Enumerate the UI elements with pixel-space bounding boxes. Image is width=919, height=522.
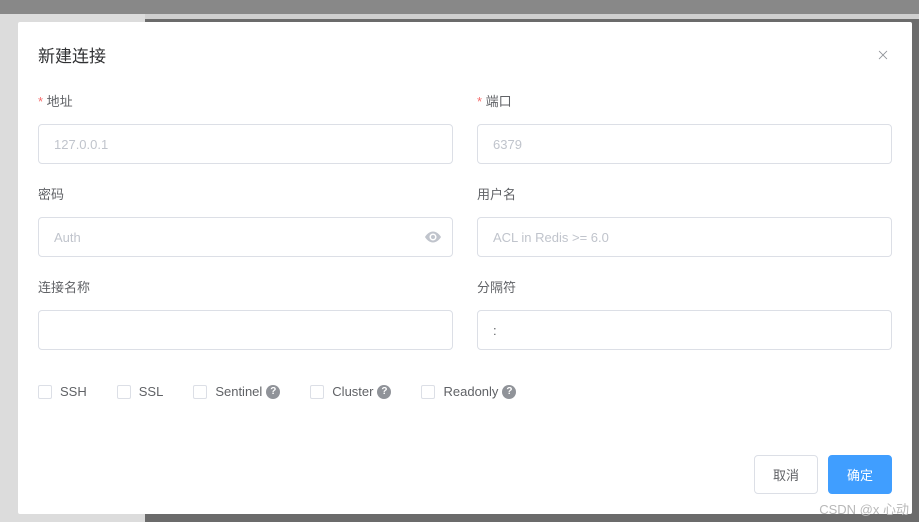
ssh-label: SSH <box>60 384 87 399</box>
readonly-checkbox[interactable]: Readonly ? <box>421 384 516 399</box>
help-icon[interactable]: ? <box>266 385 280 399</box>
eye-icon[interactable] <box>425 229 441 245</box>
dialog-title: 新建连接 <box>38 42 106 67</box>
cluster-text: Cluster <box>332 384 373 399</box>
form-item-connection-name: 连接名称 <box>38 277 453 350</box>
new-connection-dialog: 新建连接 地址 端口 密码 <box>18 22 912 514</box>
separator-input[interactable] <box>477 310 892 350</box>
username-input[interactable] <box>477 217 892 257</box>
form-item-password: 密码 <box>38 184 453 257</box>
help-icon[interactable]: ? <box>502 385 516 399</box>
connection-name-input[interactable] <box>38 310 453 350</box>
username-label: 用户名 <box>477 184 892 203</box>
cluster-label: Cluster ? <box>332 384 391 399</box>
password-label: 密码 <box>38 184 453 203</box>
checkbox-row: SSH SSL Sentinel ? Cluster ? <box>38 370 892 399</box>
dialog-header: 新建连接 <box>38 42 892 91</box>
form-item-username: 用户名 <box>477 184 892 257</box>
readonly-text: Readonly <box>443 384 498 399</box>
ssh-checkbox[interactable]: SSH <box>38 384 87 399</box>
form-item-separator: 分隔符 <box>477 277 892 350</box>
form-row: 密码 用户名 <box>38 184 892 257</box>
checkbox-box <box>117 385 131 399</box>
password-input[interactable] <box>38 217 453 257</box>
confirm-button[interactable]: 确定 <box>828 455 892 494</box>
checkbox-box <box>38 385 52 399</box>
form-row: 连接名称 分隔符 <box>38 277 892 350</box>
close-icon[interactable] <box>874 46 892 64</box>
connection-name-label: 连接名称 <box>38 277 453 296</box>
address-input[interactable] <box>38 124 453 164</box>
dialog-footer: 取消 确定 <box>38 399 892 494</box>
form-row: 地址 端口 <box>38 91 892 164</box>
ssl-checkbox[interactable]: SSL <box>117 384 164 399</box>
cluster-checkbox[interactable]: Cluster ? <box>310 384 391 399</box>
sentinel-text: Sentinel <box>215 384 262 399</box>
sentinel-checkbox[interactable]: Sentinel ? <box>193 384 280 399</box>
address-label: 地址 <box>38 91 453 110</box>
cancel-button[interactable]: 取消 <box>754 455 818 494</box>
separator-label: 分隔符 <box>477 277 892 296</box>
port-input[interactable] <box>477 124 892 164</box>
checkbox-box <box>421 385 435 399</box>
watermark: CSDN @x 心动 <box>819 499 909 518</box>
form-body: 地址 端口 密码 <box>38 91 892 399</box>
help-icon[interactable]: ? <box>377 385 391 399</box>
checkbox-box <box>310 385 324 399</box>
form-item-address: 地址 <box>38 91 453 164</box>
form-item-port: 端口 <box>477 91 892 164</box>
backdrop <box>0 0 919 14</box>
ssl-label: SSL <box>139 384 164 399</box>
sentinel-label: Sentinel ? <box>215 384 280 399</box>
checkbox-box <box>193 385 207 399</box>
readonly-label: Readonly ? <box>443 384 516 399</box>
port-label: 端口 <box>477 91 892 110</box>
